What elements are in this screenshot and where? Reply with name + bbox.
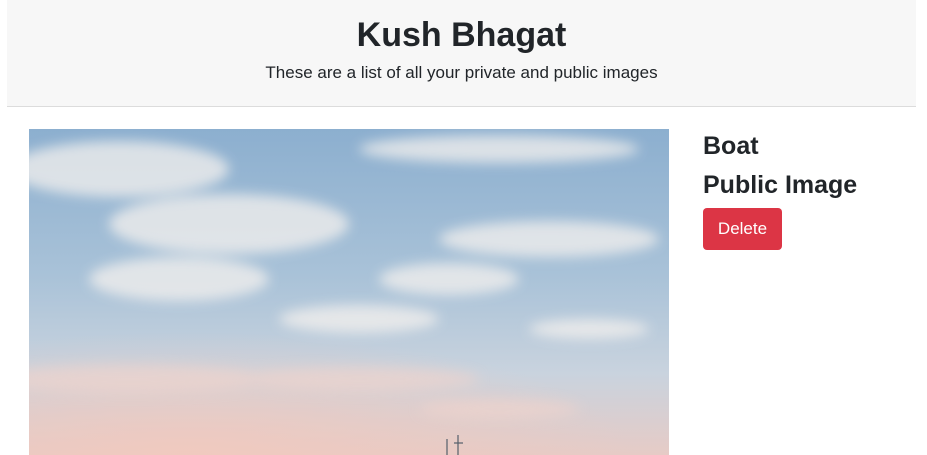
- page-title: Kush Bhagat: [356, 16, 567, 54]
- image-name: Boat: [703, 132, 759, 160]
- image-visibility: Public Image: [703, 171, 858, 199]
- page-subtitle: These are a list of all your private and…: [265, 63, 658, 82]
- delete-button[interactable]: Delete: [703, 208, 782, 250]
- image-details: Boat Public Image Delete: [703, 129, 913, 250]
- page-header: Kush Bhagat These are a list of all your…: [7, 0, 916, 107]
- boat-image: [29, 129, 669, 455]
